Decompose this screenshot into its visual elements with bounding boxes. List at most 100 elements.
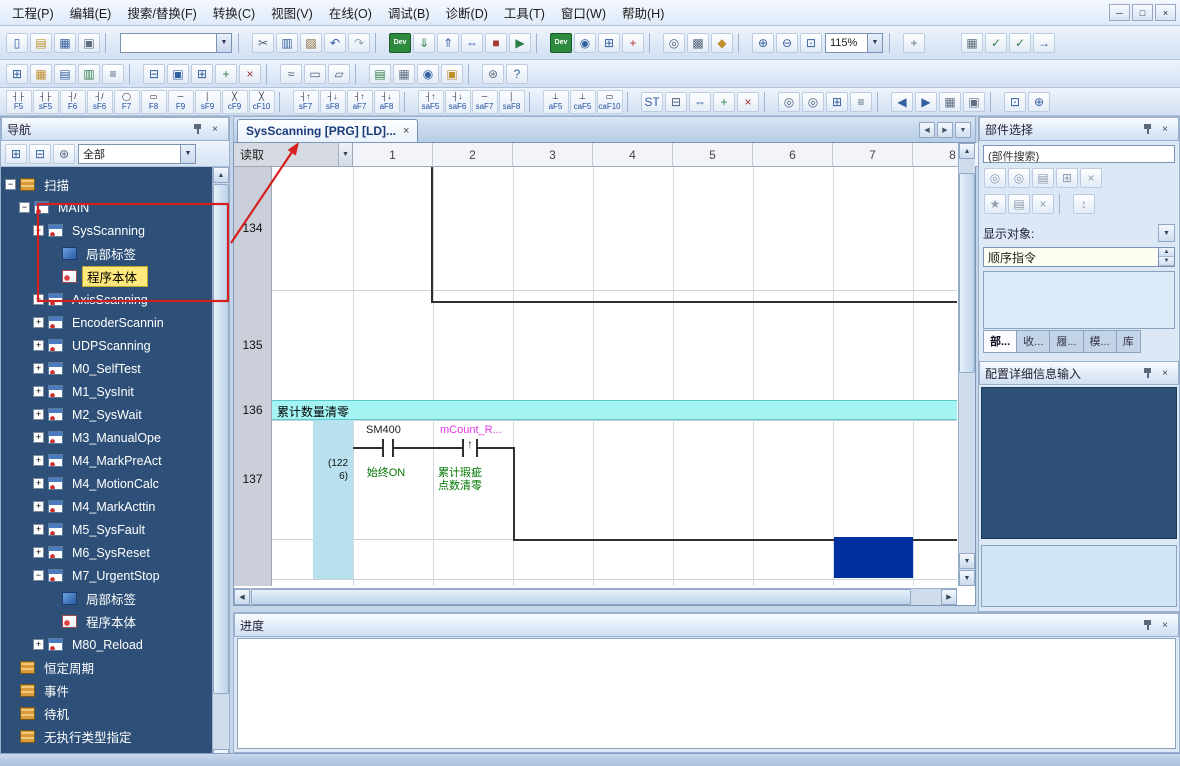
program-list-icon[interactable]: ≡ <box>102 64 124 84</box>
close-icon[interactable]: × <box>1157 122 1173 137</box>
rising-pulse-close-icon[interactable]: ┤↑saF5 <box>418 90 444 114</box>
cross-reference-icon[interactable]: ⊞ <box>598 33 620 53</box>
tree-expand-icon[interactable]: + <box>33 547 44 558</box>
close-button[interactable]: × <box>1155 4 1176 21</box>
st-editor-icon[interactable]: ▣ <box>167 64 189 84</box>
syntax-check-icon[interactable]: ✓ <box>985 33 1007 53</box>
application-instruction-icon[interactable]: ▭F8 <box>141 90 167 114</box>
tree-item[interactable]: 无执行类型指定 <box>1 725 212 748</box>
tree-item[interactable]: +M3_ManualOpe <box>1 426 212 449</box>
favorites-icon[interactable]: ★ <box>984 194 1006 214</box>
chevron-down-icon[interactable]: ▼ <box>867 34 882 52</box>
scroll-tabs-left-icon[interactable]: ◀ <box>919 122 935 138</box>
open-project-icon[interactable]: ▤ <box>30 33 52 53</box>
cascade-windows-icon[interactable]: ▣ <box>963 92 985 112</box>
find-contact-coil-icon[interactable]: ⊞ <box>826 92 848 112</box>
write-to-plc-icon[interactable]: ⇓ <box>413 33 435 53</box>
tree-item[interactable]: +M2_SysWait <box>1 403 212 426</box>
spinner[interactable]: ▲ ▼ <box>1158 248 1174 266</box>
pin-icon[interactable] <box>1139 122 1155 137</box>
next-window-icon[interactable]: → <box>1033 33 1055 53</box>
redo-icon[interactable]: ↷ <box>348 33 370 53</box>
navigation-window-icon[interactable]: ⊞ <box>6 64 28 84</box>
vertical-line-icon[interactable]: │sF9 <box>195 90 221 114</box>
save-project-icon[interactable]: ▦ <box>54 33 76 53</box>
tree-collapse-icon[interactable]: − <box>5 179 16 190</box>
close-icon[interactable]: × <box>207 122 223 137</box>
delete-part-icon[interactable]: × <box>1032 194 1054 214</box>
chevron-down-icon[interactable]: ▼ <box>216 34 231 52</box>
tree-scrollbar[interactable]: ▲ ▼ <box>212 167 229 765</box>
find-device-icon[interactable]: ◎ <box>778 92 800 112</box>
st-instruction-icon[interactable]: ST <box>641 92 663 112</box>
restore-button[interactable]: □ <box>1132 4 1153 21</box>
tree-item[interactable]: 程序本体 <box>1 610 212 633</box>
scroll-page-down-icon[interactable]: ▼ <box>959 570 975 586</box>
zoom-in-icon[interactable]: ⊕ <box>752 33 774 53</box>
tree-expand-icon[interactable]: + <box>33 455 44 466</box>
find-icon[interactable]: ◎ <box>663 33 685 53</box>
open-contact-icon[interactable]: ┤├F5 <box>6 90 32 114</box>
instruction-type-combo[interactable]: 顺序指令 ▲ ▼ <box>983 247 1175 267</box>
scroll-thumb[interactable] <box>213 184 229 694</box>
tab-close-icon[interactable]: × <box>403 125 409 137</box>
pin-icon[interactable] <box>1139 618 1155 633</box>
menu-item[interactable]: 搜索/替换(F) <box>119 0 204 25</box>
start-monitor-icon[interactable]: ▶ <box>509 33 531 53</box>
scroll-up-icon[interactable]: ▲ <box>959 143 975 159</box>
tree-item[interactable]: 恒定周期 <box>1 656 212 679</box>
ladder-canvas[interactable]: 累计数量清零 ↑ SM400 mCount_R... 始终ON 累计瑕疵点数清零… <box>234 143 957 586</box>
tree-item[interactable]: −SysScanning <box>1 219 212 242</box>
tree-expand-icon[interactable]: + <box>33 317 44 328</box>
find-part-icon[interactable]: ◎ <box>984 168 1006 188</box>
close-branch-icon[interactable]: ┤/sF6 <box>87 90 113 114</box>
tree-item[interactable]: +AxisScanning <box>1 288 212 311</box>
recent-project-combo[interactable]: ▼ <box>120 33 232 53</box>
tree-expand-icon[interactable]: + <box>33 432 44 443</box>
menu-item[interactable]: 在线(O) <box>321 0 380 25</box>
tree-view-icon[interactable]: ⊞ <box>5 144 27 164</box>
menu-item[interactable]: 编辑(E) <box>62 0 120 25</box>
tree-item[interactable]: +EncoderScannin <box>1 311 212 334</box>
scroll-left-icon[interactable]: ◀ <box>234 589 250 605</box>
tree-expand-icon[interactable]: + <box>33 639 44 650</box>
watch-window-icon[interactable]: ◉ <box>417 64 439 84</box>
chevron-down-icon[interactable]: ▼ <box>180 145 195 163</box>
chevron-down-icon[interactable]: ▼ <box>1158 224 1175 242</box>
tree-item[interactable]: +M5_SysFault <box>1 518 212 541</box>
tree-collapse-icon[interactable]: − <box>33 225 44 236</box>
tree-item[interactable]: +M80_Reload <box>1 633 212 656</box>
falling-pulse-close-icon[interactable]: ┤↓saF6 <box>445 90 471 114</box>
tree-expand-icon[interactable]: + <box>33 478 44 489</box>
ladder-editor[interactable]: 累计数量清零 ↑ SM400 mCount_R... 始终ON 累计瑕疵点数清零… <box>233 142 976 606</box>
tree-item[interactable]: 局部标签 <box>1 587 212 610</box>
inline-st-box-icon[interactable]: ⊥caF5 <box>570 90 596 114</box>
selected-cell-highlight[interactable] <box>834 537 913 578</box>
list-display-icon[interactable]: ≡ <box>850 92 872 112</box>
tree-item[interactable]: −MAIN <box>1 196 212 219</box>
parts-tab[interactable]: 模... <box>1084 330 1117 353</box>
parameter-icon[interactable]: ▤ <box>54 64 76 84</box>
close-icon[interactable]: × <box>1157 618 1173 633</box>
zoom-area-icon[interactable]: ⊕ <box>1028 92 1050 112</box>
pan-icon[interactable]: + <box>903 33 925 53</box>
tile-view-icon[interactable]: ⊟ <box>29 144 51 164</box>
read-from-plc-icon[interactable]: ⇑ <box>437 33 459 53</box>
tree-collapse-icon[interactable]: − <box>33 570 44 581</box>
scroll-thumb[interactable] <box>959 173 975 373</box>
parts-tab[interactable]: 部... <box>983 330 1017 353</box>
falling-pulse-branch-icon[interactable]: ┤↓aF8 <box>374 90 400 114</box>
diagnostics-icon[interactable]: + <box>622 33 644 53</box>
menu-item[interactable]: 窗口(W) <box>553 0 614 25</box>
tile-windows-icon[interactable]: ▦ <box>939 92 961 112</box>
global-label-icon[interactable]: ▥ <box>78 64 100 84</box>
insert-row-icon[interactable]: + <box>215 64 237 84</box>
filter-gear-icon[interactable]: ⊛ <box>53 144 75 164</box>
minimize-button[interactable]: ─ <box>1109 4 1130 21</box>
tree-expand-icon[interactable]: + <box>33 363 44 374</box>
ladder-editor-icon[interactable]: ⊟ <box>143 64 165 84</box>
stop-monitor-icon[interactable]: ■ <box>485 33 507 53</box>
pin-icon[interactable] <box>1139 366 1155 381</box>
swap-icon[interactable]: ⇔ <box>689 92 711 112</box>
watch-icon[interactable]: ◉ <box>574 33 596 53</box>
